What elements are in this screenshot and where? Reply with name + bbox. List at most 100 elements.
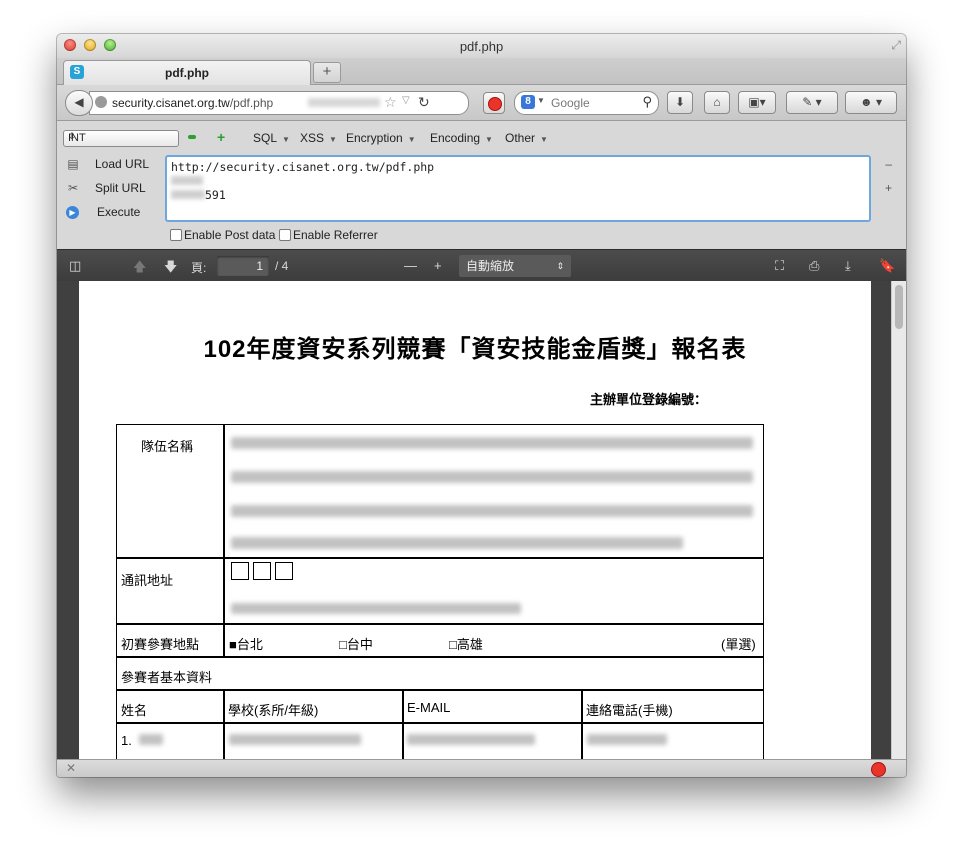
registration-number-label: 主辦單位登錄編號： [590,392,708,407]
menu-other[interactable]: Other ▼ [505,131,548,145]
select-arrows-icon: ⇕ [556,261,564,271]
redacted-team-name [231,537,683,549]
next-page-icon[interactable]: 🡇 [164,258,177,280]
vertical-scrollbar[interactable] [891,281,906,759]
bookmark-star-icon[interactable]: ☆ [384,94,397,111]
print-icon[interactable]: ⎙ [809,258,819,274]
enable-post-checkbox[interactable] [170,229,182,241]
status-bar: ✕ [57,759,906,777]
sidebar-toggle-icon[interactable]: ◫ [69,258,81,274]
search-icon[interactable]: ⚲ [642,94,652,110]
redacted-school [229,734,361,745]
menu-sql[interactable]: SQL ▼ [253,131,290,145]
download-arrow-icon: ⬇ [674,95,686,109]
venue-taipei: ■台北 [229,637,263,652]
greasemonkey-button[interactable]: ☻ ▾ [845,91,897,114]
page-total: / 4 [275,259,289,273]
redacted-team-name [231,437,753,449]
team-name-label: 隊伍名稱 [141,439,194,454]
window-title: pdf.php [459,39,504,54]
column-name: 姓名 [121,703,148,718]
url-bar[interactable]: security.cisanet.org.tw/pdf.php ☆ ▽ ↻ [89,91,469,115]
scrollbar-thumb[interactable] [895,285,903,329]
redacted-param [171,176,203,185]
new-tab-button[interactable]: + [313,62,341,83]
addon-icon: ✎ ▾ [802,95,822,109]
search-input[interactable]: Google [551,96,590,110]
pdf-viewer[interactable]: 102年度資安系列競賽「資安技能金盾獎」報名表 主辦單位登錄編號： 隊伍名稱 通… [57,281,906,759]
venue-label: 初賽參賽地點 [121,637,200,652]
shrink-textarea-button[interactable]: – [885,157,892,171]
bookmark-icon[interactable]: 🔖 [879,258,895,274]
pdf-page: 102年度資安系列競賽「資安技能金盾獎」報名表 主辦單位登錄編號： 隊伍名稱 通… [79,281,871,759]
select-arrows-icon: ⇕ [68,131,76,141]
redacted-param [171,190,205,199]
menu-encryption[interactable]: Encryption ▼ [346,131,416,145]
registration-table: 隊伍名稱 通訊地址 初賽參賽地點 ■台北 □台中 □高雄 (單選) 參賽者基本資… [116,424,764,759]
home-icon: ⌂ [713,95,721,109]
enable-post-label: Enable Post data [184,228,276,242]
zoom-out-button[interactable]: — [404,258,417,273]
execute-icon[interactable]: ▶ [66,206,79,219]
decrement-icon[interactable] [188,135,196,139]
noscript-status-icon[interactable] [871,762,886,777]
redacted-address [231,603,521,614]
tab-bar: S pdf.php + [57,58,906,85]
title-bar: pdf.php ⤢ [57,34,906,58]
tab-pdf-php[interactable]: S pdf.php [63,60,311,85]
presentation-mode-icon[interactable]: ⛶ [775,258,784,274]
zoom-select[interactable]: 自動縮放 ⇕ [459,255,571,277]
navigation-bar: security.cisanet.org.tw/pdf.php ☆ ▽ ↻ ◀ … [57,85,906,121]
search-bar[interactable]: 8 ▼ Google ⚲ [514,91,659,115]
previous-page-icon[interactable]: 🡅 [133,258,146,280]
menu-xss[interactable]: XSS ▼ [300,131,337,145]
row-index: 1. [121,733,132,748]
participants-label: 參賽者基本資料 [121,670,213,685]
split-url-icon[interactable]: ✂ [66,181,80,195]
menu-encoding[interactable]: Encoding ▼ [430,131,493,145]
search-engine-dropdown-icon[interactable]: ▼ [537,96,545,105]
page-number-input[interactable]: 1 [217,256,269,276]
downloads-button[interactable]: ⬇ [667,91,693,114]
bookmarks-button[interactable]: ▣▾ [738,91,776,114]
expand-textarea-button[interactable]: + [885,181,892,195]
execute-button[interactable]: Execute [97,205,140,219]
back-button[interactable]: ◀ [65,90,93,116]
close-addon-bar-icon[interactable]: ✕ [66,761,76,775]
pdf-toolbar: ◫ 🡅 🡇 頁: 1 / 4 — + 自動縮放 ⇕ ⛶ ⎙ ⤓ 🔖 [57,249,906,282]
venue-kaohsiung: □高雄 [449,637,483,652]
column-school: 學校(系所/年級) [228,703,319,718]
reload-icon[interactable]: ↻ [418,94,430,111]
noscript-icon [488,97,502,111]
redacted-team-name [231,505,753,517]
venue-taichung: □台中 [339,637,373,652]
home-button[interactable]: ⌂ [704,91,730,114]
load-url-button[interactable]: Load URL [95,157,149,171]
postal-code-boxes [231,562,297,583]
fullscreen-icon[interactable]: ⤢ [891,38,901,53]
redacted-email [407,734,535,745]
column-phone: 連絡電話(手機) [586,703,673,718]
split-url-button[interactable]: Split URL [95,181,146,195]
redacted-team-name [231,471,753,483]
zoom-in-button[interactable]: + [434,258,442,273]
page-label: 頁: [191,261,207,275]
download-icon[interactable]: ⤓ [845,258,851,274]
url-redacted-query [308,98,380,107]
site-identity-icon[interactable] [95,96,107,108]
redacted-phone [587,734,667,745]
increment-icon[interactable]: + [217,129,225,145]
document-title: 102年度資安系列競賽「資安技能金盾獎」報名表 [203,336,747,363]
hackbar-panel: INT ⇕ + SQL ▼ XSS ▼ Encryption ▼ Encoding ▼ … [57,121,906,249]
venue-note: (單選) [721,637,756,652]
load-url-icon[interactable]: ▤ [66,157,80,171]
url-history-dropdown-icon[interactable]: ▽ [402,95,410,106]
addon-button[interactable]: ✎ ▾ [786,91,838,114]
url-textarea[interactable]: http://security.cisanet.org.tw/pdf.php 5… [165,155,871,222]
noscript-button[interactable] [483,92,505,114]
int-type-select[interactable]: INT ⇕ [63,130,179,147]
address-label: 通訊地址 [121,573,174,588]
enable-referrer-checkbox[interactable] [279,229,291,241]
search-engine-icon[interactable]: 8 [521,95,535,109]
url-text: security.cisanet.org.tw/pdf.php [112,96,274,110]
